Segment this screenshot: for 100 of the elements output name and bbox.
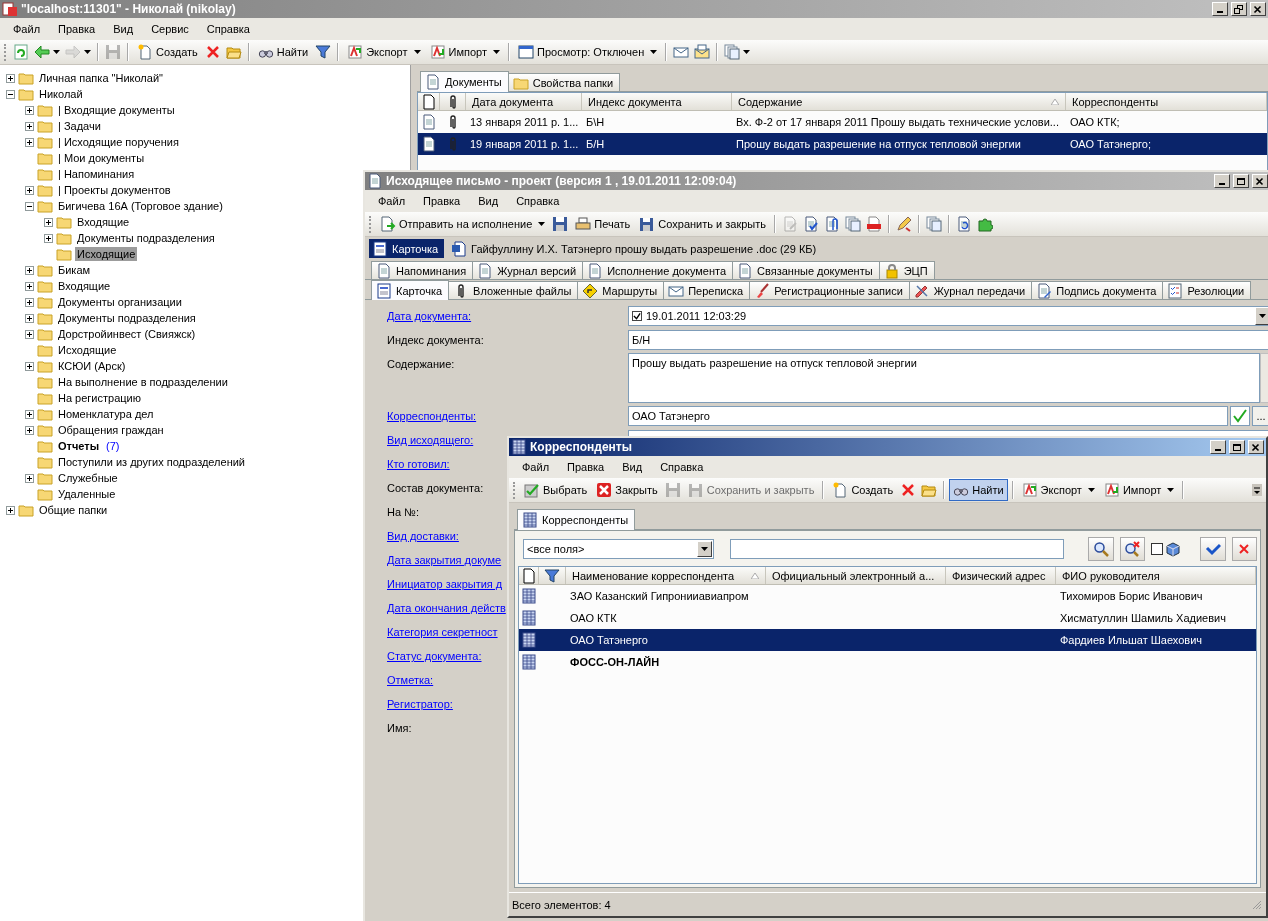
tree-item[interactable]: Личная папка "Николай" — [37, 71, 165, 85]
tab[interactable]: Корреспонденты — [517, 509, 636, 530]
folder-icon[interactable] — [225, 44, 242, 60]
date-field[interactable]: 19.01.2011 12:03:29 — [628, 306, 1268, 326]
resize-grip-icon[interactable] — [1252, 899, 1262, 910]
pdf-icon[interactable] — [866, 216, 882, 232]
tree-item[interactable]: | Мои документы — [56, 151, 147, 165]
cube-icon[interactable] — [1164, 541, 1181, 557]
tree-item[interactable]: Документы организации — [56, 295, 184, 309]
tab[interactable]: ЭЦП — [878, 261, 935, 279]
dropdown-arrow-icon[interactable] — [53, 50, 60, 54]
expand-toggle[interactable] — [25, 281, 34, 291]
refresh-icon[interactable] — [13, 44, 29, 60]
table-row[interactable]: 13 января 2011 р. 1... Б\Н Вх. Ф-2 от 17 января 2011 Прошу выдать технические услови... ОАО КТК; — [418, 111, 1267, 133]
tab[interactable]: Документы — [420, 71, 509, 92]
text-area[interactable]: Прошу выдать разрешение на отпуск тепловой энергии — [628, 353, 1260, 403]
apply-button[interactable] — [1200, 537, 1226, 561]
tree-item[interactable]: | Входящие документы — [56, 103, 177, 117]
filter-icon[interactable] — [315, 44, 332, 60]
field-link[interactable]: Кто готовил: — [387, 458, 450, 470]
cancel-button[interactable] — [1231, 537, 1257, 561]
tree-item[interactable]: Дорстройинвест (Свияжск) — [56, 327, 198, 341]
column-header[interactable]: Содержание — [732, 93, 1066, 110]
tree-item[interactable]: Бигичева 16А (Торговое здание) — [56, 199, 225, 213]
toolbar-button[interactable]: Отправить на исполнение — [376, 213, 550, 235]
field-link[interactable]: Дата закрытия докуме — [387, 554, 502, 566]
dropdown-button[interactable] — [696, 541, 712, 557]
refresh-document-icon[interactable] — [956, 216, 972, 232]
tab[interactable]: Связанные документы — [732, 261, 880, 279]
close-button[interactable] — [1250, 2, 1266, 16]
scrollbar[interactable] — [1260, 353, 1268, 403]
dropdown-arrow-icon[interactable] — [538, 222, 546, 226]
field-link[interactable]: Вид исходящего: — [387, 434, 474, 446]
tree-item[interactable]: Общие папки — [37, 503, 110, 517]
close-button[interactable] — [1248, 440, 1264, 454]
menu-item[interactable]: Правка — [49, 23, 105, 35]
maximize-button[interactable] — [1229, 440, 1245, 454]
envelope-icon[interactable] — [673, 44, 690, 60]
column-header[interactable]: Физический адрес — [946, 567, 1056, 584]
tree-item[interactable]: Поступили из других подразделений — [56, 455, 247, 469]
tab[interactable]: Исполнение документа — [582, 261, 734, 279]
tree-item[interactable]: Бикам — [56, 263, 93, 277]
expand-toggle[interactable] — [25, 121, 34, 131]
folder-icon[interactable] — [921, 482, 938, 498]
dropdown-arrow-icon[interactable] — [1167, 488, 1175, 492]
tab[interactable]: Подпись документа — [1031, 281, 1164, 299]
tree-item[interactable]: На регистрацию — [56, 391, 143, 405]
arrow-left-icon[interactable] — [34, 44, 50, 60]
maximize-button[interactable] — [1233, 174, 1249, 188]
expand-toggle[interactable] — [6, 73, 15, 83]
dropdown-arrow-icon[interactable] — [743, 50, 751, 54]
expand-toggle[interactable] — [25, 185, 34, 195]
tree-item[interactable]: Номенклатура дел — [56, 407, 156, 421]
documents-icon[interactable] — [845, 216, 861, 232]
table-row[interactable]: ЗАО Казанский Гипронииавиапром Тихомиров Борис Иванович — [519, 585, 1256, 607]
menu-item[interactable]: Файл — [369, 195, 415, 207]
column-header[interactable]: Индекс документа — [582, 93, 732, 110]
menu-item[interactable]: Справка — [651, 461, 713, 473]
field-link[interactable]: Дата окончания действ — [387, 602, 506, 614]
attachment-icon[interactable] — [824, 216, 840, 232]
delete-icon[interactable] — [900, 482, 917, 498]
column-header[interactable]: ФИО руководителя — [1056, 567, 1256, 584]
tab[interactable]: Журнал передачи — [908, 281, 1033, 299]
tree-item[interactable]: Входящие — [56, 279, 113, 293]
minimize-button[interactable] — [1212, 2, 1228, 16]
table-row[interactable]: ОАО КТК Хисматуллин Шамиль Хадиевич — [519, 607, 1256, 629]
toolbar-button[interactable]: Сохранить и закрыть — [635, 213, 770, 235]
minimize-button[interactable] — [1210, 440, 1226, 454]
field-link[interactable]: Корреспонденты: — [387, 410, 477, 422]
tab[interactable]: Напоминания — [371, 261, 474, 279]
field-link[interactable]: Категория секретност — [387, 626, 498, 638]
field-link[interactable]: Вид доставки: — [387, 530, 459, 542]
tab[interactable]: Вложенные файлы — [448, 281, 579, 299]
tree-item[interactable]: Документы подразделения — [56, 311, 198, 325]
expand-toggle[interactable] — [25, 361, 34, 371]
toolbar-button[interactable]: Закрыть — [592, 479, 662, 501]
text-field[interactable]: ОАО Татэнерго — [628, 406, 1228, 426]
tab[interactable]: Регистрационные записи — [749, 281, 910, 299]
menu-item[interactable]: Сервис — [142, 23, 198, 35]
puzzle-icon[interactable] — [977, 216, 993, 232]
expand-toggle[interactable] — [25, 329, 34, 339]
dropdown-button[interactable] — [1255, 307, 1268, 325]
delete-icon[interactable] — [204, 44, 221, 60]
menu-item[interactable]: Вид — [613, 461, 652, 473]
search-button[interactable] — [1088, 537, 1114, 561]
expand-toggle[interactable] — [6, 89, 15, 99]
expand-toggle[interactable] — [6, 505, 15, 515]
restore-button[interactable] — [1231, 2, 1247, 16]
toolbar-button[interactable]: Найти — [949, 479, 1008, 501]
field-link[interactable]: Статус документа: — [387, 650, 482, 662]
expand-toggle[interactable] — [25, 313, 34, 323]
clear-search-button[interactable] — [1119, 537, 1145, 561]
expand-toggle[interactable] — [25, 105, 34, 115]
toolbar-button[interactable]: Импорт — [1099, 479, 1179, 501]
toolbar-button[interactable]: Просмотр: Отключен — [514, 41, 662, 63]
expand-toggle[interactable] — [25, 265, 34, 275]
search-field[interactable] — [729, 539, 1065, 559]
field-selector[interactable]: <все поля> — [523, 539, 714, 559]
documents-icon[interactable] — [926, 216, 942, 232]
field-link[interactable]: Дата документа: — [387, 310, 472, 322]
